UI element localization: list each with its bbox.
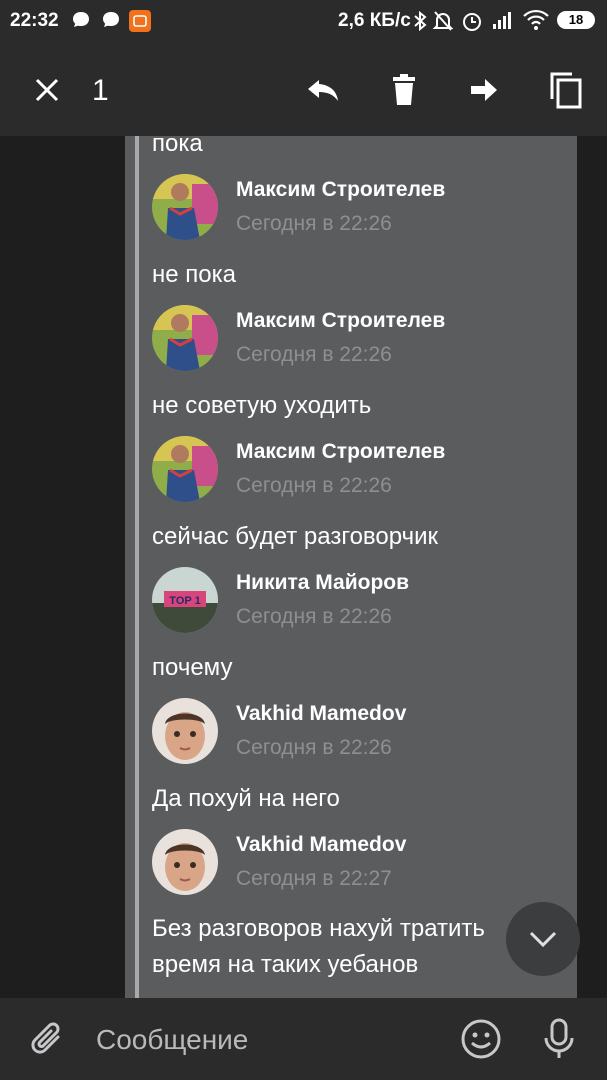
delete-icon: [393, 74, 415, 105]
message-text: почему: [152, 654, 233, 681]
author-name[interactable]: Максим Строителев: [236, 309, 445, 333]
chat-bubble-icon: [70, 9, 92, 37]
message-text: время на таких уебанов: [152, 951, 419, 978]
signal-icon: [491, 9, 515, 37]
author-name[interactable]: Vakhid Mamedov: [236, 702, 406, 726]
scroll-down-button[interactable]: [506, 902, 580, 976]
copy-icon: [550, 72, 582, 109]
author-name[interactable]: Максим Строителев: [236, 178, 445, 202]
message-text: Да похуй на него: [152, 785, 340, 812]
author-name[interactable]: Никита Майоров: [236, 571, 409, 595]
chat-area[interactable]: пока Максим Строителев Сегодня в 22:26 н…: [0, 136, 607, 998]
microphone-icon: [544, 1018, 574, 1058]
copy-button[interactable]: [544, 68, 588, 112]
message-author: Vakhid Mamedov Сегодня в 22:26: [152, 698, 572, 768]
message-author: Максим Строителев Сегодня в 22:26: [152, 436, 572, 506]
message-time: Сегодня в 22:26: [236, 474, 392, 497]
avatar[interactable]: [152, 829, 218, 895]
reply-icon: [308, 80, 338, 101]
avatar[interactable]: [152, 174, 218, 240]
attach-button[interactable]: [25, 1016, 71, 1062]
selection-action-bar: 1: [0, 44, 607, 136]
delete-button[interactable]: [382, 68, 426, 112]
chat-margin-right: [577, 136, 607, 998]
message-author: Vakhid Mamedov Сегодня в 22:27: [152, 829, 572, 899]
alarm-icon: [461, 9, 483, 39]
message-time: Сегодня в 22:26: [236, 736, 392, 759]
close-icon: [35, 78, 59, 102]
message-time: Сегодня в 22:27: [236, 867, 392, 890]
selected-count: 1: [92, 74, 109, 107]
avatar[interactable]: [152, 305, 218, 371]
chat-margin-left: [0, 136, 125, 998]
forward-button[interactable]: [462, 68, 506, 112]
message-text: не пока: [152, 261, 236, 288]
microphone-button[interactable]: [536, 1016, 582, 1062]
forward-icon: [471, 79, 497, 101]
author-name[interactable]: Vakhid Mamedov: [236, 833, 406, 857]
bluetooth-icon: [412, 9, 428, 39]
message-text: пока: [152, 136, 203, 157]
avatar[interactable]: TOP 1: [152, 567, 218, 633]
chevron-down-icon: [529, 931, 557, 948]
message-author: Максим Строителев Сегодня в 22:26: [152, 174, 572, 244]
quote-bar: [135, 136, 139, 998]
avatar[interactable]: [152, 436, 218, 502]
message-time: Сегодня в 22:26: [236, 212, 392, 235]
author-name[interactable]: Максим Строителев: [236, 440, 445, 464]
attach-icon: [31, 1022, 60, 1054]
app-notification-icon: [128, 9, 152, 39]
emoji-button[interactable]: [458, 1016, 504, 1062]
network-speed: 2,6 КБ/с: [338, 10, 411, 31]
chat-bubble-icon: [100, 9, 122, 37]
message-text: Без разговоров нахуй тратить: [152, 915, 485, 942]
message-time: Сегодня в 22:26: [236, 605, 392, 628]
battery-indicator: 18: [557, 11, 595, 29]
status-time: 22:32: [10, 10, 59, 31]
avatar-text: TOP 1: [169, 595, 200, 607]
message-time: Сегодня в 22:26: [236, 343, 392, 366]
message-text: сейчас будет разговорчик: [152, 523, 438, 550]
message-text: не советую уходить: [152, 392, 372, 419]
mute-icon: [432, 9, 454, 39]
message-author: TOP 1 Никита Майоров Сегодня в 22:26: [152, 567, 572, 637]
message-input[interactable]: Сообщение: [96, 1024, 248, 1056]
reply-button[interactable]: [301, 68, 345, 112]
screen: 22:32 2,6 КБ/с 18 1 пока Максим Строител…: [0, 0, 607, 1080]
avatar[interactable]: [152, 698, 218, 764]
message-input-bar: Сообщение: [0, 998, 607, 1080]
message-author: Максим Строителев Сегодня в 22:26: [152, 305, 572, 375]
status-bar: 22:32 2,6 КБ/с 18: [0, 0, 607, 44]
emoji-icon: [461, 1019, 501, 1059]
wifi-icon: [523, 9, 549, 37]
close-button[interactable]: [25, 68, 69, 112]
